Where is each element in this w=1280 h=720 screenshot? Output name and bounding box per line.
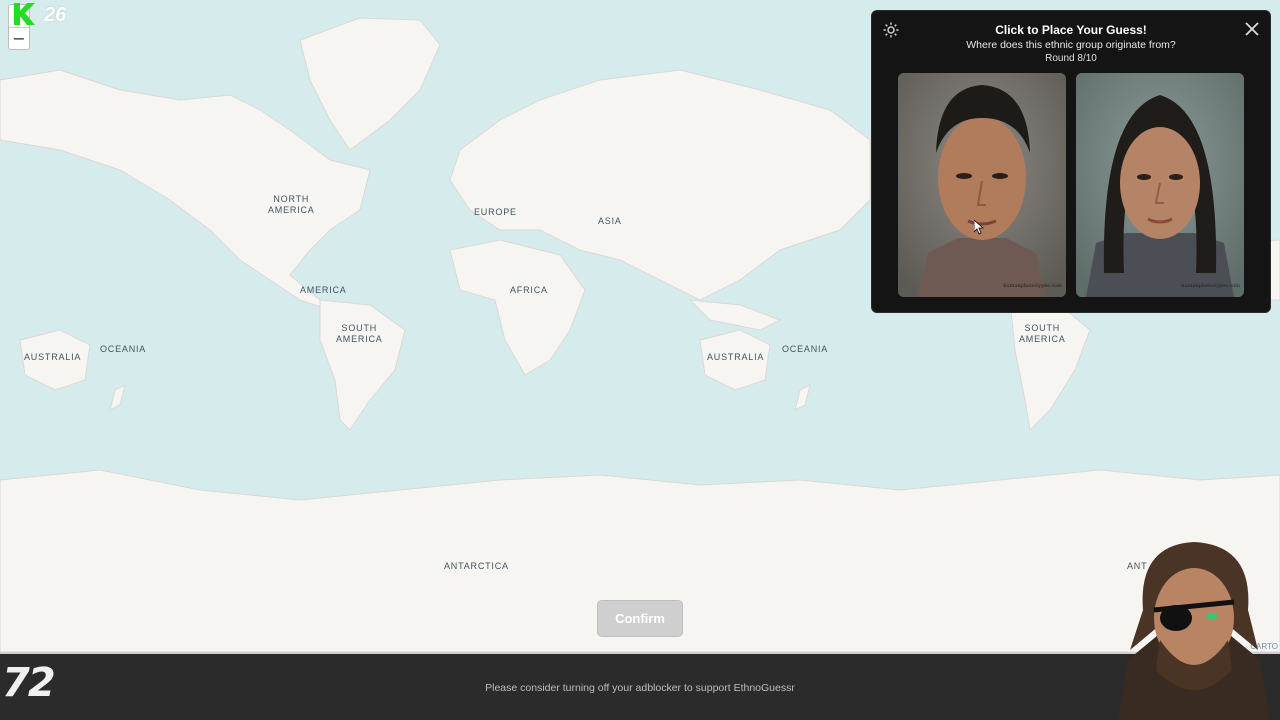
map-label-africa: AFRICA bbox=[510, 285, 548, 295]
panel-question: Where does this ethnic group originate f… bbox=[966, 39, 1176, 51]
zoom-out-button[interactable]: − bbox=[9, 27, 29, 49]
guess-panel: Click to Place Your Guess! Where does th… bbox=[871, 10, 1271, 313]
confirm-button[interactable]: Confirm bbox=[597, 600, 683, 637]
map-label-oceania-left: OCEANIA bbox=[100, 344, 147, 354]
mouse-cursor-icon bbox=[974, 220, 984, 235]
streak-logo-icon bbox=[14, 3, 35, 25]
streak-counter: 26 bbox=[44, 4, 67, 26]
map-label-oceania-right: OCEANIA bbox=[782, 344, 829, 354]
phenotype-photo-male[interactable]: humanphenotypes.com bbox=[898, 73, 1066, 297]
map-label-south-america: SOUTH AMERICA bbox=[336, 323, 383, 344]
photo-watermark: humanphenotypes.com bbox=[1181, 283, 1240, 289]
map-label-europe: EUROPE bbox=[474, 207, 517, 217]
map-label-australia-left: AUSTRALIA bbox=[24, 352, 82, 362]
adblock-message: Please consider turning off your adblock… bbox=[485, 682, 795, 694]
panel-title: Click to Place Your Guess! bbox=[995, 23, 1147, 37]
phenotype-photo-female[interactable]: humanphenotypes.com bbox=[1076, 73, 1244, 297]
map-label-south-america-right: SOUTH AMERICA bbox=[1019, 323, 1066, 344]
footer-bar: Please consider turning off your adblock… bbox=[0, 652, 1280, 720]
map-label-america: AMERICA bbox=[300, 285, 347, 295]
streamer-badge: 72 bbox=[2, 660, 56, 706]
map-label-north-america: NORTH AMERICA bbox=[268, 194, 315, 215]
map-label-australia-right: AUSTRALIA bbox=[707, 352, 765, 362]
map-label-antarctica: ANTARCTICA bbox=[444, 561, 509, 571]
round-indicator: Round 8/10 bbox=[1045, 53, 1097, 64]
streamer-avatar bbox=[1118, 542, 1270, 720]
map-label-asia: ASIA bbox=[598, 216, 622, 226]
photo-watermark: humanphenotypes.com bbox=[1003, 283, 1062, 289]
